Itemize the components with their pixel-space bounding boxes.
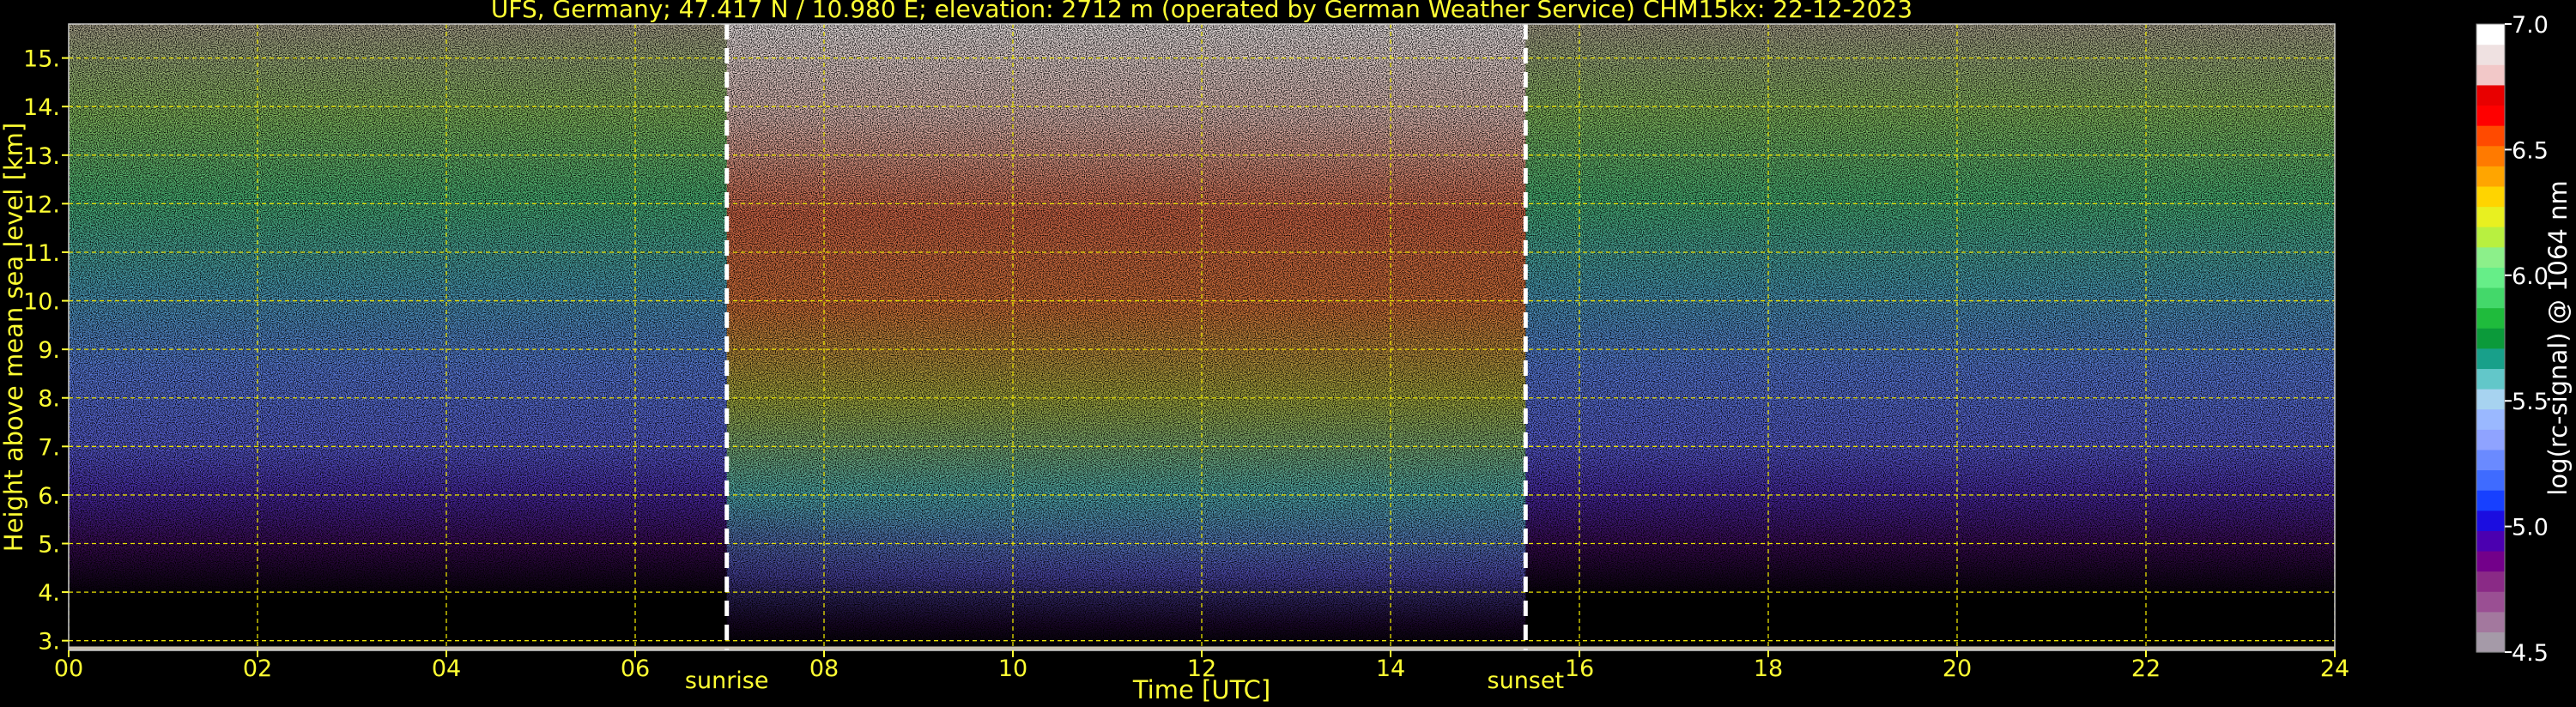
x-tick-label: 24 <box>2320 656 2349 682</box>
colorbar-segment <box>2476 125 2505 147</box>
colorbar-segment <box>2476 267 2505 288</box>
colorbar-tick-label: 6.5 <box>2512 137 2549 164</box>
y-tick-label: 11. <box>23 240 60 267</box>
x-tick-label: 02 <box>243 656 272 682</box>
y-tick-label: 9. <box>38 337 60 364</box>
colorbar-segment <box>2476 227 2505 248</box>
sunrise-label: sunrise <box>685 668 769 694</box>
colorbar-segment <box>2476 166 2505 187</box>
y-tick-label: 5. <box>38 532 60 559</box>
colorbar-segment <box>2476 24 2505 45</box>
colorbar-segment <box>2476 591 2505 613</box>
x-tick-label: 06 <box>621 656 650 682</box>
y-tick-label: 6. <box>38 483 60 510</box>
colorbar-segment <box>2476 328 2505 349</box>
colorbar <box>2476 23 2506 653</box>
x-tick-label: 00 <box>54 656 83 682</box>
x-tick-label: 10 <box>998 656 1027 682</box>
y-tick-label: 13. <box>23 143 60 170</box>
colorbar-segment <box>2476 84 2505 106</box>
x-tick-label: 16 <box>1565 656 1594 682</box>
colorbar-segment <box>2476 105 2505 126</box>
x-tick-label: 14 <box>1376 656 1405 682</box>
colorbar-tick-label: 7.0 <box>2512 12 2549 39</box>
y-tick-label: 4. <box>38 580 60 607</box>
lidar-chart: UFS, Germany; 47.417 N / 10.980 E; eleva… <box>0 0 2573 704</box>
colorbar-tick-label: 4.5 <box>2512 640 2549 667</box>
colorbar-segment <box>2476 490 2505 511</box>
colorbar-segment <box>2476 449 2505 471</box>
colorbar-segment <box>2476 44 2505 65</box>
x-tick-label: 18 <box>1754 656 1783 682</box>
colorbar-segment <box>2476 347 2505 370</box>
colorbar-segment <box>2476 429 2505 450</box>
colorbar-segment <box>2476 571 2505 592</box>
colorbar-segment <box>2476 64 2505 86</box>
colorbar-segment <box>2476 631 2505 653</box>
y-tick-label: 8. <box>38 386 60 413</box>
y-tick-label: 7. <box>38 434 60 461</box>
colorbar-segment <box>2476 530 2505 552</box>
chart-title: UFS, Germany; 47.417 N / 10.980 E; eleva… <box>491 0 1912 23</box>
x-tick-label: 08 <box>809 656 839 682</box>
y-tick-label: 15. <box>23 46 60 73</box>
colorbar-segment <box>2476 389 2505 410</box>
x-tick-label: 04 <box>432 656 461 682</box>
sunset-label: sunset <box>1488 668 1565 694</box>
colorbar-segment <box>2476 307 2505 329</box>
colorbar-segment <box>2476 611 2505 632</box>
colorbar-segment <box>2476 246 2505 268</box>
colorbar-tick-label: 5.0 <box>2512 515 2549 541</box>
y-tick-label: 12. <box>23 191 60 218</box>
colorbar-segment <box>2476 510 2505 531</box>
x-tick-label: 20 <box>1943 656 1972 682</box>
y-tick-label: 14. <box>23 94 60 121</box>
colorbar-segment <box>2476 368 2505 390</box>
y-axis-label: Height above mean sea level [km] <box>0 123 28 552</box>
colorbar-segment <box>2476 550 2505 572</box>
colorbar-segment <box>2476 287 2505 309</box>
colorbar-segment <box>2476 185 2505 208</box>
colorbar-segment <box>2476 145 2505 166</box>
colorbar-segment <box>2476 469 2505 491</box>
colorbar-label: log(rc-signal) @ 1064 nm <box>2543 180 2573 495</box>
colorbar-segment <box>2476 408 2505 430</box>
y-tick-label: 3. <box>38 629 60 656</box>
x-tick-label: 22 <box>2131 656 2161 682</box>
y-tick-label: 10. <box>23 289 60 316</box>
colorbar-segment <box>2476 206 2505 227</box>
x-tick-label: 12 <box>1187 656 1216 682</box>
